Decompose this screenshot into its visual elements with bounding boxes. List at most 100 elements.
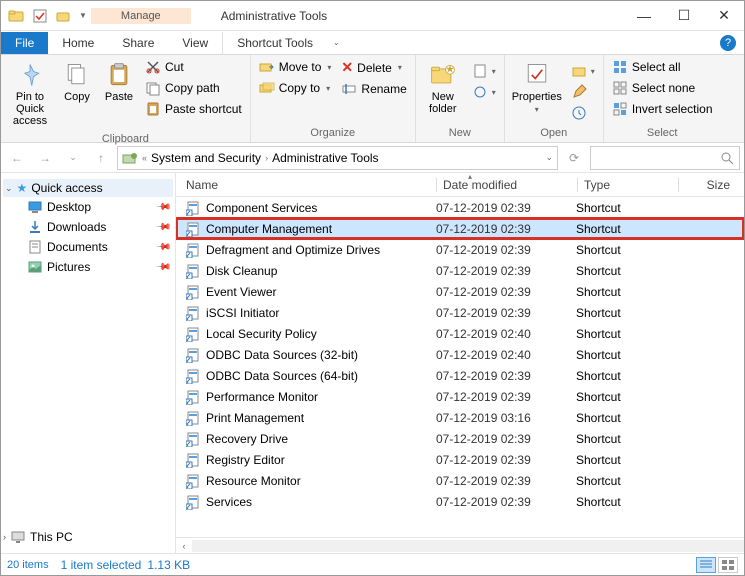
- delete-button[interactable]: ✕Delete▾: [337, 57, 410, 78]
- new-item-button[interactable]: ▾: [468, 61, 500, 81]
- file-type: Shortcut: [576, 453, 676, 467]
- file-row[interactable]: Defragment and Optimize Drives07-12-2019…: [176, 239, 744, 260]
- move-to-button[interactable]: Move to▾: [255, 57, 336, 77]
- file-row[interactable]: Registry Editor07-12-2019 02:39Shortcut: [176, 449, 744, 470]
- sort-indicator-icon: ▴: [468, 173, 472, 181]
- new-folder-button[interactable]: ★ New folder: [420, 57, 466, 119]
- ribbon-collapse-icon[interactable]: ⌄: [327, 38, 346, 47]
- file-row[interactable]: Resource Monitor07-12-2019 02:39Shortcut: [176, 470, 744, 491]
- forward-button[interactable]: →: [33, 146, 57, 170]
- thumbnails-view-button[interactable]: [718, 557, 738, 573]
- file-row[interactable]: Component Services07-12-2019 02:39Shortc…: [176, 197, 744, 218]
- close-button[interactable]: ✕: [704, 1, 744, 31]
- copy-to-button[interactable]: Copy to▾: [255, 78, 336, 98]
- rename-button[interactable]: Rename: [337, 79, 410, 99]
- paste-shortcut-button[interactable]: Paste shortcut: [141, 99, 246, 119]
- scroll-left-icon[interactable]: ‹: [176, 541, 192, 551]
- minimize-button[interactable]: —: [624, 1, 664, 31]
- file-name: Defragment and Optimize Drives: [206, 243, 380, 257]
- paste-button[interactable]: Paste: [99, 57, 139, 107]
- file-row[interactable]: Services07-12-2019 02:39Shortcut: [176, 491, 744, 512]
- qat-new-folder-icon[interactable]: [53, 5, 75, 27]
- nav-this-pc[interactable]: › This PC: [1, 527, 175, 547]
- file-row[interactable]: Recovery Drive07-12-2019 02:39Shortcut: [176, 428, 744, 449]
- tab-home[interactable]: Home: [48, 32, 108, 54]
- invert-selection-button[interactable]: Invert selection: [608, 99, 717, 119]
- select-all-button[interactable]: Select all: [608, 57, 717, 77]
- properties-icon: [523, 61, 551, 89]
- file-row[interactable]: Event Viewer07-12-2019 02:39Shortcut: [176, 281, 744, 302]
- horizontal-scrollbar[interactable]: ‹: [176, 537, 744, 553]
- file-pane: ▴ Name Date modified Type Size Component…: [176, 173, 744, 553]
- column-header-type[interactable]: Type: [578, 178, 678, 192]
- file-type: Shortcut: [576, 243, 676, 257]
- nav-downloads[interactable]: Downloads📌: [3, 217, 173, 237]
- easy-access-button[interactable]: ▾: [468, 82, 500, 102]
- tab-file[interactable]: File: [1, 32, 48, 54]
- file-type: Shortcut: [576, 390, 676, 404]
- pin-icon: 📌: [154, 199, 171, 216]
- chevron-down-icon: ⌄: [5, 183, 13, 194]
- qat-properties-icon[interactable]: [29, 5, 51, 27]
- qat-folder-icon[interactable]: [5, 5, 27, 27]
- file-row[interactable]: Computer Management07-12-2019 02:39Short…: [176, 218, 744, 239]
- file-date: 07-12-2019 02:39: [436, 495, 576, 509]
- file-row[interactable]: Print Management07-12-2019 03:16Shortcut: [176, 407, 744, 428]
- file-name: Performance Monitor: [206, 390, 318, 404]
- recent-locations-button[interactable]: ⌄: [61, 146, 85, 170]
- chevron-right-icon[interactable]: ›: [265, 153, 268, 163]
- breadcrumb-segment-2[interactable]: Administrative Tools: [272, 151, 379, 165]
- file-type: Shortcut: [576, 432, 676, 446]
- nav-quick-access[interactable]: ⌄ ★ Quick access: [3, 179, 173, 197]
- column-header-date[interactable]: Date modified: [437, 178, 577, 192]
- search-input[interactable]: [590, 146, 740, 170]
- up-button[interactable]: ↑: [89, 146, 113, 170]
- file-name: Computer Management: [206, 222, 332, 236]
- maximize-button[interactable]: ☐: [664, 1, 704, 31]
- details-view-button[interactable]: [696, 557, 716, 573]
- file-row[interactable]: iSCSI Initiator07-12-2019 02:39Shortcut: [176, 302, 744, 323]
- properties-button[interactable]: Properties ▾: [509, 57, 565, 118]
- history-button[interactable]: [567, 103, 599, 123]
- file-row[interactable]: Performance Monitor07-12-2019 02:39Short…: [176, 386, 744, 407]
- star-icon: ★: [17, 181, 28, 195]
- cut-button[interactable]: Cut: [141, 57, 246, 77]
- tab-view[interactable]: View: [168, 32, 222, 54]
- address-bar[interactable]: « System and Security › Administrative T…: [117, 146, 558, 170]
- file-row[interactable]: ODBC Data Sources (32-bit)07-12-2019 02:…: [176, 344, 744, 365]
- file-list[interactable]: Component Services07-12-2019 02:39Shortc…: [176, 197, 744, 537]
- back-button[interactable]: ←: [5, 146, 29, 170]
- breadcrumb-prev-icon[interactable]: «: [142, 153, 147, 163]
- column-header-name[interactable]: Name: [176, 178, 436, 192]
- file-name: Print Management: [206, 411, 304, 425]
- open-icon: [571, 63, 587, 79]
- file-row[interactable]: Local Security Policy07-12-2019 02:40Sho…: [176, 323, 744, 344]
- file-type: Shortcut: [576, 306, 676, 320]
- folder-crumb-icon: [122, 150, 138, 166]
- file-row[interactable]: Disk Cleanup07-12-2019 02:39Shortcut: [176, 260, 744, 281]
- pin-icon: 📌: [154, 259, 171, 276]
- file-type: Shortcut: [576, 201, 676, 215]
- help-button[interactable]: ?: [720, 35, 736, 51]
- copy-path-button[interactable]: Copy path: [141, 78, 246, 98]
- copy-button[interactable]: Copy: [57, 57, 97, 107]
- refresh-button[interactable]: ⟳: [562, 146, 586, 170]
- open-with-button[interactable]: ▾: [567, 61, 599, 81]
- file-row[interactable]: ODBC Data Sources (64-bit)07-12-2019 02:…: [176, 365, 744, 386]
- nav-desktop[interactable]: Desktop📌: [3, 197, 173, 217]
- qat-dropdown-icon[interactable]: ▼: [79, 11, 87, 20]
- select-none-button[interactable]: Select none: [608, 78, 717, 98]
- nav-pictures[interactable]: Pictures📌: [3, 257, 173, 277]
- pictures-icon: [27, 259, 43, 275]
- column-header-size[interactable]: Size: [679, 178, 744, 192]
- nav-documents[interactable]: Documents📌: [3, 237, 173, 257]
- pin-to-quick-access-button[interactable]: Pin to Quick access: [5, 57, 55, 131]
- invert-selection-icon: [612, 101, 628, 117]
- address-dropdown-icon[interactable]: ⌄: [545, 152, 553, 163]
- group-label-select: Select: [608, 125, 717, 142]
- tab-shortcut-tools[interactable]: Shortcut Tools: [222, 32, 327, 54]
- quick-access-toolbar: ▼: [1, 1, 91, 30]
- breadcrumb-segment-1[interactable]: System and Security: [151, 151, 261, 165]
- tab-share[interactable]: Share: [108, 32, 168, 54]
- edit-button[interactable]: [567, 82, 599, 102]
